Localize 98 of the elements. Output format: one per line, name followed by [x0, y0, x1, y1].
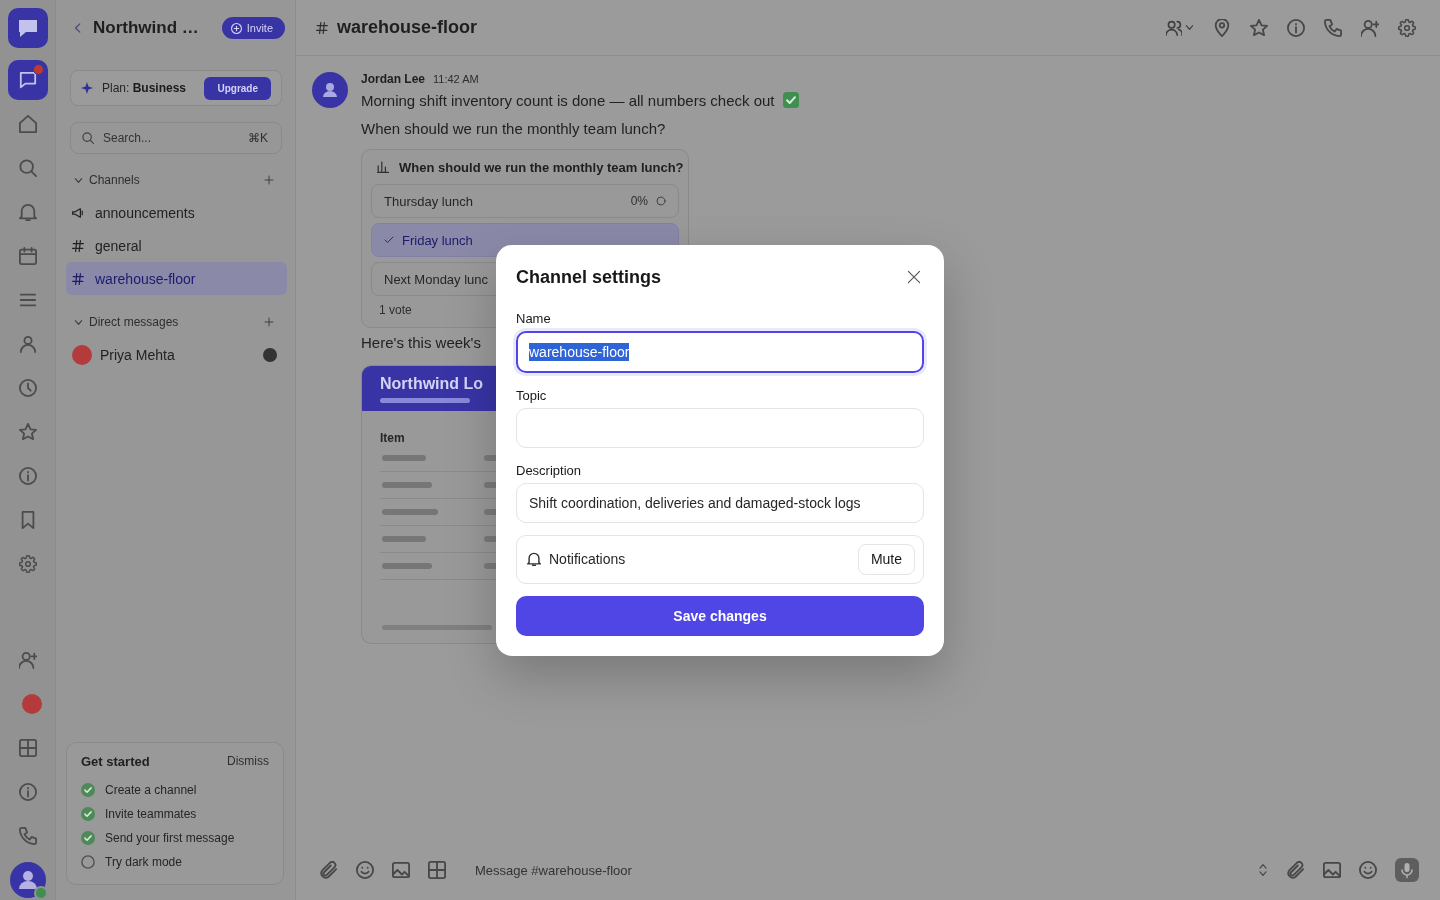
- info-icon[interactable]: [1287, 18, 1305, 37]
- save-button[interactable]: Save changes: [516, 595, 924, 636]
- section-title: Channels: [89, 173, 140, 187]
- invite-button[interactable]: Invite: [221, 17, 285, 39]
- field-label: Name: [516, 310, 552, 327]
- checklist-item: Invite teammates: [105, 807, 197, 821]
- checklist-title: Get started: [81, 753, 150, 769]
- input-field[interactable]: warehouse-floor: [516, 330, 924, 373]
- info-icon: [18, 783, 37, 801]
- check-circle-icon[interactable]: [81, 831, 95, 845]
- search-field[interactable]: Search... ⌘K: [70, 122, 282, 154]
- grid-icon: [18, 739, 37, 757]
- phone-icon[interactable]: [1324, 18, 1342, 37]
- image-icon[interactable]: [1323, 861, 1341, 879]
- hash-icon: [316, 21, 328, 34]
- house-icon: [18, 115, 37, 133]
- megaphone-icon: [72, 206, 84, 219]
- search-icon: [82, 132, 94, 144]
- users-icon[interactable]: [1166, 19, 1182, 36]
- close-icon[interactable]: [907, 269, 921, 284]
- message-time: 11:42 AM: [433, 73, 479, 85]
- settings-icon: [18, 555, 37, 573]
- person-add-icon: [18, 651, 37, 669]
- empty-circle-icon[interactable]: [81, 855, 95, 869]
- chart-icon: [377, 161, 389, 173]
- mute-button[interactable]: Mute: [857, 543, 915, 575]
- bell-icon: [18, 203, 37, 221]
- message-text: Here's this week's: [361, 333, 481, 351]
- shortcut-hint: ⌘K: [248, 131, 268, 145]
- person-add-icon[interactable]: [1361, 18, 1379, 37]
- message-text: When should we run the monthly team lunch?: [361, 119, 666, 137]
- paperclip-icon[interactable]: [320, 861, 338, 879]
- check-circle-icon[interactable]: [81, 783, 95, 797]
- channel-item[interactable]: warehouse-floor: [66, 262, 287, 295]
- vote-count: 1 vote: [378, 303, 413, 317]
- message-field[interactable]: Message #warehouse-floor: [464, 852, 1239, 888]
- image-icon[interactable]: [392, 861, 410, 879]
- dismiss-link[interactable]: Dismiss: [227, 754, 269, 768]
- calendar-icon: [18, 247, 37, 265]
- poll-option[interactable]: Thursday lunch 0%: [371, 184, 679, 218]
- author-name[interactable]: Jordan Lee: [361, 72, 426, 86]
- sparkle-icon: [81, 82, 93, 94]
- message-text: Morning shift inventory count is done — all numbers check out: [361, 91, 775, 109]
- chat-icon: [18, 71, 37, 89]
- nav-button[interactable]: [7, 60, 48, 100]
- bell-icon: [527, 552, 541, 566]
- hash-icon: [72, 239, 84, 252]
- avatar-icon: [72, 344, 92, 365]
- upgrade-button[interactable]: Upgrade: [204, 76, 271, 100]
- plan-label: Plan: Business: [102, 81, 187, 95]
- field-label: Topic: [516, 387, 548, 404]
- input-field[interactable]: [516, 407, 924, 448]
- checklist-item: Send your first message: [105, 831, 235, 845]
- dialog-title: Channel settings: [516, 265, 662, 289]
- section-title: Direct messages: [89, 315, 179, 329]
- smiley-icon[interactable]: [356, 861, 374, 879]
- report-title: Northwind Lo: [380, 374, 485, 393]
- clock-icon: [18, 379, 37, 397]
- grid-icon[interactable]: [428, 861, 446, 879]
- microphone-button-icon[interactable]: [1395, 858, 1419, 882]
- user-avatar-icon[interactable]: [9, 862, 46, 898]
- up-down-arrows-icon[interactable]: [1257, 861, 1269, 879]
- settings-icon[interactable]: [1398, 18, 1416, 37]
- check-circle-icon[interactable]: [81, 807, 95, 821]
- column-header: Item: [380, 431, 405, 445]
- caret-down-icon[interactable]: [74, 175, 83, 185]
- check-icon: [384, 235, 394, 245]
- star-icon: [18, 423, 37, 441]
- poll-question: When should we run the monthly team lunch?: [399, 159, 684, 175]
- checklist-item: Create a channel: [105, 783, 197, 797]
- direct-message-item[interactable]: Priya Mehta: [66, 338, 287, 371]
- checklist-item: Try dark mode: [105, 855, 182, 869]
- caret-down-icon[interactable]: [74, 317, 83, 327]
- channel-item[interactable]: general: [66, 229, 287, 262]
- info-icon: [18, 467, 37, 485]
- workspace-name[interactable]: Northwind …: [93, 18, 213, 38]
- hash-icon: [72, 272, 84, 285]
- radio-icon: [656, 196, 666, 206]
- star-icon[interactable]: [1250, 18, 1268, 37]
- list-icon: [18, 291, 37, 309]
- person-icon: [18, 335, 37, 353]
- smiley-icon[interactable]: [1359, 861, 1377, 879]
- logo-icon[interactable]: [7, 8, 48, 48]
- search-icon: [18, 159, 37, 177]
- pin-icon[interactable]: [1213, 18, 1231, 37]
- paperclip-icon[interactable]: [1287, 861, 1305, 879]
- phone-icon: [18, 827, 37, 845]
- plus-icon[interactable]: [264, 317, 274, 327]
- caret-down-icon[interactable]: [1185, 23, 1194, 32]
- channel-item[interactable]: announcements: [66, 196, 287, 229]
- avatar-icon: [312, 72, 348, 108]
- input-field[interactable]: Shift coordination, deliveries and damaged-stock logs: [516, 482, 924, 523]
- plus-icon: [230, 22, 242, 34]
- channel-title: warehouse-floor: [337, 17, 478, 38]
- notifications-label: Notifications: [549, 551, 626, 567]
- plus-icon[interactable]: [264, 175, 274, 185]
- avatar-icon: [21, 694, 42, 714]
- field-label: Description: [516, 462, 583, 479]
